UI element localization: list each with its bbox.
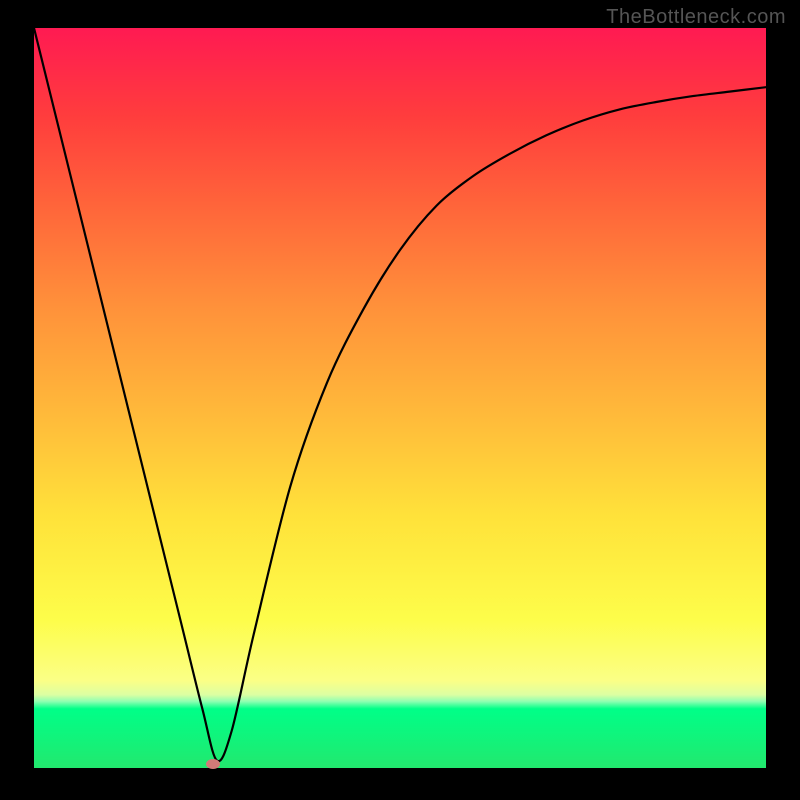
chart-plot-area [34, 28, 766, 768]
watermark-text: TheBottleneck.com [606, 6, 786, 29]
chart-frame: TheBottleneck.com [0, 0, 800, 800]
bottleneck-curve [34, 28, 766, 768]
optimal-point-marker [206, 759, 220, 769]
